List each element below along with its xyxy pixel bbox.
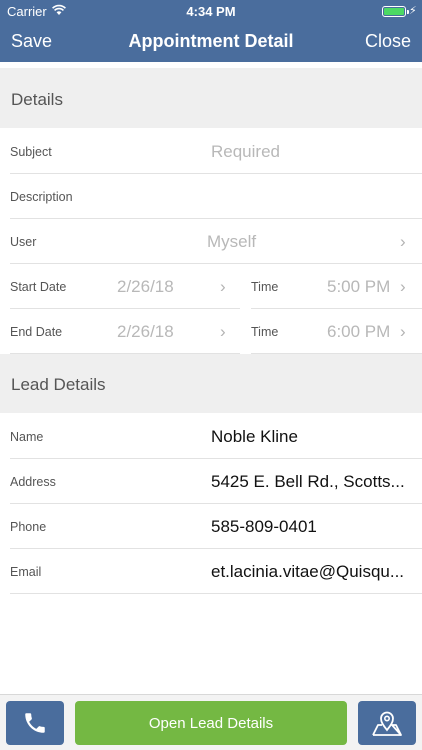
start-time-label: Time [251,280,279,294]
chevron-right-icon: › [220,277,226,296]
chevron-right-icon: › [400,322,406,341]
map-button[interactable] [358,701,416,745]
description-label: Description [10,190,73,204]
lead-phone-row[interactable]: Phone 585-809-0401 [10,504,422,549]
end-date-value: 2/26/18 [117,322,174,341]
end-date-label: End Date [10,325,63,339]
start-date-row[interactable]: Start Date 2/26/18 › [10,264,240,309]
lead-details-header: Lead Details [11,375,106,394]
start-time-value: 5:00 PM [327,277,391,296]
page-title: Appointment Detail [128,31,294,51]
open-lead-details-button[interactable]: Open Lead Details [75,701,347,745]
map-pin-icon [372,711,402,736]
start-time-row[interactable]: Time 5:00 PM › [251,264,422,309]
lead-name-row: Name Noble Kline [10,414,422,459]
email-label: Email [10,565,42,579]
status-time: 4:34 PM [186,4,236,19]
end-time-value: 6:00 PM [327,322,391,341]
phone-label: Phone [10,520,47,534]
user-row[interactable]: User Myself › [10,219,422,264]
battery-icon [382,6,409,17]
lead-section-header: Lead Details [0,354,422,413]
call-button[interactable] [6,701,64,745]
name-label: Name [10,430,44,444]
email-value[interactable]: et.lacinia.vitae@Quisqu... [211,562,416,582]
end-time-row[interactable]: Time 6:00 PM › [251,309,422,354]
subject-label: Subject [10,145,52,159]
user-value: Myself [207,232,257,251]
address-value[interactable]: 5425 E. Bell Rd., Scotts... [211,472,416,492]
nav-bar: Carrier 4:34 PM ⚡ Save Appointment Detai… [0,0,422,62]
lead-address-row[interactable]: Address 5425 E. Bell Rd., Scotts... [10,459,422,504]
subject-input[interactable]: Required [211,142,280,162]
description-row[interactable]: Description [10,174,422,219]
name-value: Noble Kline [211,427,298,446]
start-date-value: 2/26/18 [117,277,174,296]
close-button[interactable]: Close [365,31,411,52]
address-label: Address [10,475,56,489]
details-section-header: Details [0,68,422,128]
charging-icon: ⚡ [409,5,417,17]
end-date-row[interactable]: End Date 2/26/18 › [10,309,240,354]
chevron-right-icon: › [400,277,406,296]
phone-icon [25,713,45,733]
start-date-label: Start Date [10,280,67,294]
bottom-toolbar: Open Lead Details [0,694,422,750]
lead-email-row[interactable]: Email et.lacinia.vitae@Quisqu... [10,549,422,594]
chevron-right-icon: › [400,232,406,251]
status-bar: Carrier 4:34 PM ⚡ [0,0,422,22]
user-label: User [10,235,37,249]
end-time-label: Time [251,325,279,339]
phone-value[interactable]: 585-809-0401 [211,517,317,537]
details-header: Details [11,90,63,109]
chevron-right-icon: › [220,322,226,341]
subject-row[interactable]: Subject Required [10,129,422,174]
